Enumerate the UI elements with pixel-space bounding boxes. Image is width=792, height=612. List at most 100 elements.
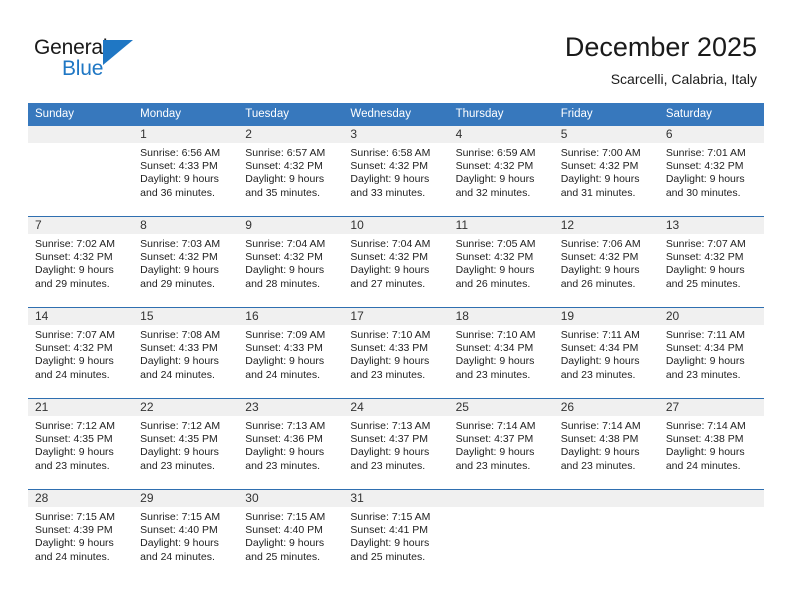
day-cell[interactable]: 25 Sunrise: 7:14 AM Sunset: 4:37 PM Dayligh…: [448, 399, 554, 489]
day-detail-line: and 29 minutes.: [35, 277, 110, 290]
day-detail-line: Sunrise: 7:11 AM: [560, 329, 640, 341]
day-cell[interactable]: 13 Sunrise: 7:07 AM Sunset: 4:32 PM Dayligh…: [658, 217, 764, 307]
day-number: 19: [553, 308, 659, 325]
day-detail-line: Daylight: 9 hours: [140, 537, 219, 550]
day-detail-line: Daylight: 9 hours: [455, 355, 535, 368]
calendar-cell: 4 Sunrise: 6:59 AM Sunset: 4:32 PM Daylight…: [448, 126, 554, 217]
day-details: Sunrise: 7:08 AM Sunset: 4:33 PM Daylight:…: [133, 325, 238, 382]
day-cell[interactable]: 9 Sunrise: 7:04 AM Sunset: 4:32 PM Daylight…: [238, 217, 344, 307]
day-details: Sunrise: 7:02 AM Sunset: 4:32 PM Daylight:…: [28, 234, 133, 291]
day-cell[interactable]: 5 Sunrise: 7:00 AM Sunset: 4:32 PM Daylight…: [553, 126, 659, 216]
day-detail-line: and 23 minutes.: [245, 459, 320, 472]
day-detail-line: and 23 minutes.: [560, 368, 636, 381]
calendar-cell: 29 Sunrise: 7:15 AM Sunset: 4:40 PM Dayligh…: [133, 489, 239, 580]
day-details: Sunrise: 7:10 AM Sunset: 4:33 PM Daylight:…: [343, 325, 448, 382]
day-detail-line: Sunset: 4:34 PM: [560, 342, 639, 355]
day-number: 8: [133, 217, 239, 234]
empty-day-cell: [658, 490, 764, 580]
day-detail-line: Sunrise: 6:59 AM: [455, 147, 536, 159]
calendar-cell: 26 Sunrise: 7:14 AM Sunset: 4:38 PM Dayligh…: [553, 398, 659, 490]
empty-day-cell: [448, 490, 554, 580]
day-number: [448, 490, 554, 507]
page-title: December 2025: [564, 32, 757, 62]
day-detail-line: and 25 minutes.: [665, 277, 741, 290]
day-details: Sunrise: 7:06 AM Sunset: 4:32 PM Daylight:…: [554, 234, 659, 291]
day-detail-line: Daylight: 9 hours: [560, 264, 640, 277]
day-cell[interactable]: 19 Sunrise: 7:11 AM Sunset: 4:34 PM Dayligh…: [553, 308, 659, 398]
day-cell[interactable]: 10 Sunrise: 7:04 AM Sunset: 4:32 PM Dayligh…: [343, 217, 449, 307]
day-detail-line: and 23 minutes.: [455, 368, 531, 381]
calendar-grid: Sunday Monday Tuesday Wednesday Thursday Frid…: [28, 103, 764, 580]
calendar-cell: 25 Sunrise: 7:14 AM Sunset: 4:37 PM Dayligh…: [448, 398, 554, 490]
calendar-cell: 11 Sunrise: 7:05 AM Sunset: 4:32 PM Dayligh…: [448, 216, 554, 308]
generalblue-logo[interactable]: General Blue: [34, 36, 164, 88]
day-number: 5: [553, 126, 659, 143]
day-cell[interactable]: 14 Sunrise: 7:07 AM Sunset: 4:32 PM Dayligh…: [28, 308, 134, 398]
day-number: 4: [448, 126, 554, 143]
day-cell[interactable]: 8 Sunrise: 7:03 AM Sunset: 4:32 PM Daylight…: [133, 217, 239, 307]
day-number: 15: [133, 308, 239, 325]
day-detail-line: and 36 minutes.: [140, 186, 215, 199]
day-cell[interactable]: 31 Sunrise: 7:15 AM Sunset: 4:41 PM Dayligh…: [343, 490, 449, 580]
day-cell[interactable]: 27 Sunrise: 7:14 AM Sunset: 4:38 PM Dayligh…: [658, 399, 764, 489]
day-detail-line: and 32 minutes.: [455, 186, 531, 199]
day-detail-line: Daylight: 9 hours: [140, 446, 219, 459]
day-cell[interactable]: 20 Sunrise: 7:11 AM Sunset: 4:34 PM Dayligh…: [658, 308, 764, 398]
day-detail-line: Daylight: 9 hours: [245, 446, 325, 459]
day-cell[interactable]: 21 Sunrise: 7:12 AM Sunset: 4:35 PM Dayligh…: [28, 399, 134, 489]
day-cell[interactable]: 1 Sunrise: 6:56 AM Sunset: 4:33 PM Daylight…: [133, 126, 239, 216]
day-cell[interactable]: 3 Sunrise: 6:58 AM Sunset: 4:32 PM Daylight…: [343, 126, 449, 216]
day-cell[interactable]: 26 Sunrise: 7:14 AM Sunset: 4:38 PM Dayligh…: [553, 399, 659, 489]
day-details: Sunrise: 7:14 AM Sunset: 4:37 PM Daylight:…: [449, 416, 554, 473]
day-detail-line: Sunrise: 7:15 AM: [35, 511, 115, 523]
day-detail-line: Sunset: 4:36 PM: [245, 433, 323, 446]
day-details: [659, 507, 764, 511]
day-cell[interactable]: 7 Sunrise: 7:02 AM Sunset: 4:32 PM Daylight…: [28, 217, 134, 307]
weekday-header-wednesday: Wednesday: [343, 103, 449, 126]
day-detail-line: Sunrise: 7:04 AM: [350, 238, 431, 250]
day-cell[interactable]: 11 Sunrise: 7:05 AM Sunset: 4:32 PM Dayligh…: [448, 217, 554, 307]
day-cell[interactable]: 16 Sunrise: 7:09 AM Sunset: 4:33 PM Dayligh…: [238, 308, 344, 398]
day-details: Sunrise: 7:15 AM Sunset: 4:39 PM Daylight:…: [28, 507, 133, 564]
day-detail-line: Daylight: 9 hours: [35, 264, 114, 277]
day-cell[interactable]: 22 Sunrise: 7:12 AM Sunset: 4:35 PM Dayligh…: [133, 399, 239, 489]
day-detail-line: Sunset: 4:32 PM: [665, 160, 744, 173]
day-cell[interactable]: 30 Sunrise: 7:15 AM Sunset: 4:40 PM Dayligh…: [238, 490, 344, 580]
day-details: Sunrise: 6:57 AM Sunset: 4:32 PM Daylight:…: [238, 143, 343, 200]
day-detail-line: and 23 minutes.: [665, 368, 741, 381]
day-detail-line: and 35 minutes.: [245, 186, 320, 199]
day-details: Sunrise: 7:12 AM Sunset: 4:35 PM Daylight:…: [28, 416, 133, 473]
day-cell[interactable]: 23 Sunrise: 7:13 AM Sunset: 4:36 PM Dayligh…: [238, 399, 344, 489]
day-cell[interactable]: 18 Sunrise: 7:10 AM Sunset: 4:34 PM Dayligh…: [448, 308, 554, 398]
day-detail-line: Sunset: 4:33 PM: [245, 342, 323, 355]
day-details: Sunrise: 7:15 AM Sunset: 4:40 PM Daylight:…: [133, 507, 238, 564]
day-detail-line: and 27 minutes.: [350, 277, 426, 290]
empty-day-cell: [28, 126, 134, 216]
day-details: Sunrise: 7:13 AM Sunset: 4:36 PM Daylight:…: [238, 416, 343, 473]
day-detail-line: Sunrise: 7:05 AM: [455, 238, 536, 250]
day-cell[interactable]: 28 Sunrise: 7:15 AM Sunset: 4:39 PM Dayligh…: [28, 490, 134, 580]
day-number: 17: [343, 308, 449, 325]
calendar-week-row: 21 Sunrise: 7:12 AM Sunset: 4:35 PM Dayligh…: [28, 398, 764, 490]
day-cell[interactable]: 15 Sunrise: 7:08 AM Sunset: 4:33 PM Dayligh…: [133, 308, 239, 398]
day-details: Sunrise: 7:14 AM Sunset: 4:38 PM Daylight:…: [554, 416, 659, 473]
day-detail-line: and 33 minutes.: [350, 186, 426, 199]
day-detail-line: Sunrise: 7:04 AM: [245, 238, 326, 250]
calendar-cell: 6 Sunrise: 7:01 AM Sunset: 4:32 PM Daylight…: [658, 126, 764, 217]
day-detail-line: Sunset: 4:39 PM: [35, 524, 113, 537]
day-detail-line: Daylight: 9 hours: [245, 355, 325, 368]
day-detail-line: Daylight: 9 hours: [140, 355, 219, 368]
day-detail-line: Sunrise: 7:06 AM: [560, 238, 641, 250]
day-detail-line: Daylight: 9 hours: [35, 446, 114, 459]
day-detail-line: Sunrise: 7:14 AM: [665, 420, 746, 432]
day-cell[interactable]: 2 Sunrise: 6:57 AM Sunset: 4:32 PM Daylight…: [238, 126, 344, 216]
day-cell[interactable]: 4 Sunrise: 6:59 AM Sunset: 4:32 PM Daylight…: [448, 126, 554, 216]
day-detail-line: Sunset: 4:32 PM: [35, 251, 113, 264]
day-detail-line: Sunset: 4:32 PM: [560, 160, 639, 173]
day-number: 23: [238, 399, 344, 416]
day-cell[interactable]: 6 Sunrise: 7:01 AM Sunset: 4:32 PM Daylight…: [658, 126, 764, 216]
day-cell[interactable]: 17 Sunrise: 7:10 AM Sunset: 4:33 PM Dayligh…: [343, 308, 449, 398]
day-cell[interactable]: 12 Sunrise: 7:06 AM Sunset: 4:32 PM Dayligh…: [553, 217, 659, 307]
day-cell[interactable]: 29 Sunrise: 7:15 AM Sunset: 4:40 PM Dayligh…: [133, 490, 239, 580]
day-cell[interactable]: 24 Sunrise: 7:13 AM Sunset: 4:37 PM Dayligh…: [343, 399, 449, 489]
